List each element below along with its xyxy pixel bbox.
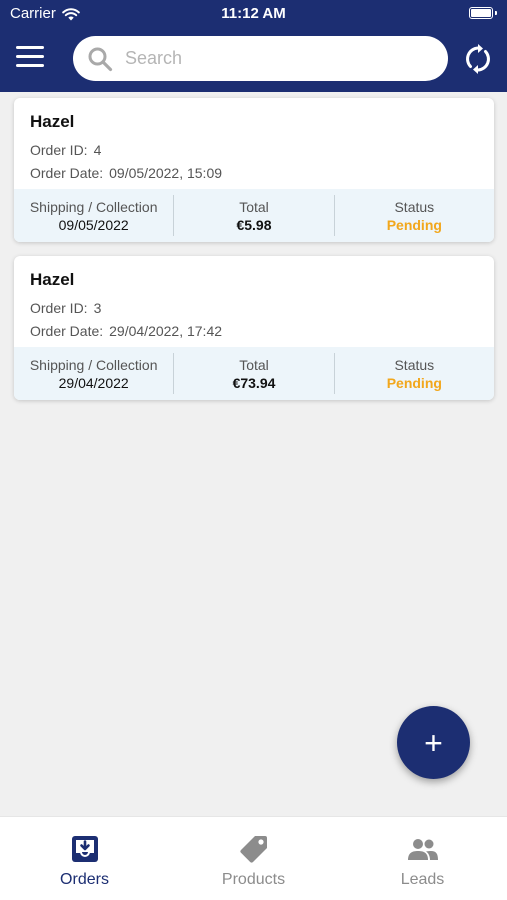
total-value: €5.98 <box>236 216 272 233</box>
order-summary: Shipping / Collection 29/04/2022 Total €… <box>14 347 494 400</box>
battery-icon <box>469 7 493 19</box>
order-id-row: Order ID: 4 <box>30 139 494 162</box>
status-badge: Pending <box>386 216 442 233</box>
order-id-row: Order ID: 3 <box>30 297 494 320</box>
order-date-row: Order Date: 09/05/2022, 15:09 <box>30 162 494 185</box>
shipping-label: Shipping / Collection <box>29 198 158 215</box>
order-date-value: 09/05/2022, 15:09 <box>109 164 223 181</box>
order-id-label: Order ID: <box>30 300 88 316</box>
total-column: Total €73.94 <box>174 353 335 394</box>
refresh-icon[interactable] <box>463 44 493 74</box>
status-time: 11:12 AM <box>221 5 286 22</box>
search-input[interactable] <box>125 48 425 69</box>
status-column: Status Pending <box>335 353 494 394</box>
tag-icon <box>239 836 267 863</box>
menu-icon <box>16 46 44 49</box>
total-value: €73.94 <box>232 374 276 391</box>
total-label: Total <box>239 198 269 215</box>
tab-leads[interactable]: Leads <box>338 817 507 900</box>
order-date-label: Order Date: <box>30 322 104 339</box>
search-bar[interactable] <box>73 36 448 81</box>
shipping-date: 09/05/2022 <box>58 216 129 233</box>
order-card[interactable]: Hazel Order ID: 4 Order Date: 09/05/2022, … <box>14 98 494 242</box>
order-card[interactable]: Hazel Order ID: 3 Order Date: 29/04/2022, … <box>14 256 494 400</box>
order-id-value: 3 <box>93 300 102 316</box>
status-bar: Carrier 11:12 AM <box>0 0 507 28</box>
tab-orders[interactable]: Orders <box>0 817 169 900</box>
order-id-label: Order ID: <box>30 142 88 158</box>
status-badge: Pending <box>386 374 442 391</box>
plus-icon: + <box>424 724 443 761</box>
status-label: Status <box>394 198 435 215</box>
shipping-column: Shipping / Collection 09/05/2022 <box>14 195 175 236</box>
tab-products-label: Products <box>221 871 286 888</box>
status-column: Status Pending <box>335 195 494 236</box>
app-header: Carrier 11:12 AM <box>0 0 507 92</box>
order-id-value: 4 <box>93 142 102 158</box>
tab-products[interactable]: Products <box>169 817 338 900</box>
inbox-icon <box>71 836 98 862</box>
bottom-tab-bar: Orders Products Leads <box>0 816 507 900</box>
shipping-label: Shipping / Collection <box>29 356 158 373</box>
add-order-button[interactable]: + <box>397 706 470 779</box>
order-summary: Shipping / Collection 09/05/2022 Total €… <box>14 189 494 242</box>
order-date-value: 29/04/2022, 17:42 <box>109 322 223 339</box>
tab-leads-label: Leads <box>400 871 445 888</box>
order-date-row: Order Date: 29/04/2022, 17:42 <box>30 320 494 343</box>
menu-button[interactable] <box>16 46 44 70</box>
people-icon <box>407 839 438 860</box>
shipping-column: Shipping / Collection 29/04/2022 <box>14 353 175 394</box>
search-icon <box>88 47 113 71</box>
tab-orders-label: Orders <box>60 871 109 888</box>
total-column: Total €5.98 <box>174 195 335 236</box>
order-date-label: Order Date: <box>30 164 104 181</box>
customer-name: Hazel <box>30 112 75 131</box>
total-label: Total <box>239 356 269 373</box>
shipping-date: 29/04/2022 <box>58 374 129 391</box>
customer-name: Hazel <box>30 270 75 289</box>
status-label: Status <box>394 356 435 373</box>
